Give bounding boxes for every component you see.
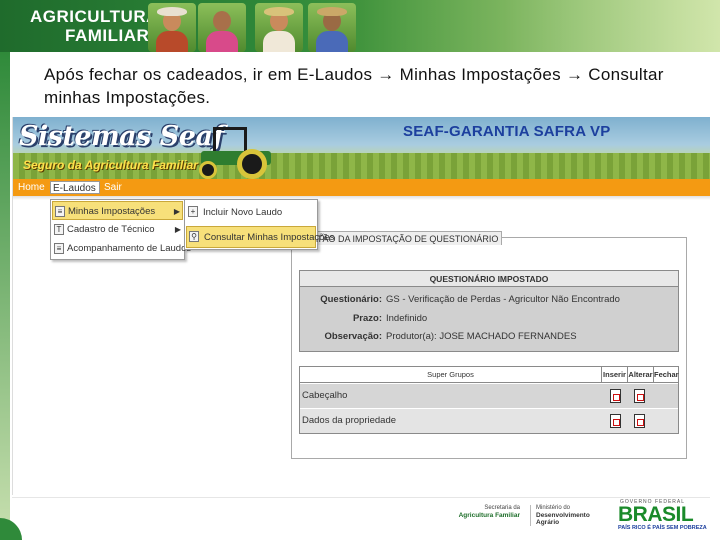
col-header-fechar: Fechar (654, 367, 679, 383)
instruction-caption: Após fechar os cadeados, ir em E-Laudos … (44, 65, 664, 107)
menu-item-label: Consultar Minhas Impostações (204, 232, 335, 243)
banner-swoosh (360, 0, 720, 52)
minhas-impostacoes-submenu: + Incluir Novo Laudo ⚲ Consultar Minhas … (184, 199, 334, 250)
questionario-table: QUESTIONÁRIO IMPOSTADO Questionário: GS … (299, 270, 679, 352)
ministerio-line1: Ministério do (536, 505, 571, 511)
banner-title: AGRICULTURA FAMILIAR (30, 7, 159, 45)
super-grupos-table: Super Grupos Inserir Alterar Fechar Cabe… (299, 366, 679, 434)
new-document-icon: + (188, 206, 198, 217)
brasil-logo-tagline: PAÍS RICO É PAÍS SEM POBREZA (618, 525, 707, 531)
secretaria-logo: Secretaria da Agricultura Familiar (454, 505, 520, 519)
menu-item-label: Incluir Novo Laudo (203, 207, 283, 218)
footer-divider (12, 497, 710, 498)
menu-sair[interactable]: Sair (102, 181, 124, 194)
corner-decoration (0, 518, 22, 540)
banner-photo-farmer-3 (255, 3, 303, 52)
app-title: SEAF-GARANTIA SAFRA VP (403, 123, 611, 140)
menu-item-label: Cadastro de Técnico (67, 224, 155, 235)
banner-title-line1: AGRICULTURA (30, 7, 159, 26)
app-header: Sistemas Seaf Seguro da Agricultura Fami… (13, 117, 710, 179)
row-value: Produtor(a): JOSE MACHADO FERNANDES (386, 331, 577, 342)
top-banner: AGRICULTURA FAMILIAR (0, 0, 720, 52)
submenu-arrow-icon: ▶ (173, 207, 180, 216)
table-row: Cabeçalho (300, 384, 678, 408)
questionario-header: QUESTIONÁRIO IMPOSTADO (300, 271, 678, 287)
col-header-super-grupos: Super Grupos (300, 367, 602, 383)
row-label: Observação: (324, 331, 382, 342)
row-value: GS - Verificação de Perdas - Agricultor … (386, 294, 620, 305)
menu-home[interactable]: Home (16, 181, 47, 194)
row-label: Cabeçalho (302, 390, 348, 401)
seaf-screenshot: Sistemas Seaf Seguro da Agricultura Fami… (12, 117, 710, 495)
search-icon: ⚲ (189, 231, 199, 242)
submenu-arrow-icon: ▶ (174, 225, 181, 234)
seaf-logo: Sistemas Seaf Seguro da Agricultura Fami… (19, 121, 224, 175)
col-header-alterar: Alterar (628, 367, 654, 383)
ministerio-line2: Desenvolvimento Agrário (536, 512, 590, 526)
e-laudos-dropdown: ≡ Minhas Impostações ▶ T Cadastro de Téc… (50, 199, 191, 260)
row-label: Prazo: (352, 313, 382, 324)
document-icon: ≡ (55, 206, 65, 217)
row-value: Indefinido (386, 313, 428, 324)
prazo-row: Prazo: Indefinido (300, 310, 678, 328)
tractor-image (193, 123, 277, 179)
table-row: Dados da propriedade (300, 409, 678, 433)
ministerio-logo: Ministério do Desenvolvimento Agrário (530, 505, 604, 526)
banner-photo-farmer-2 (198, 3, 246, 52)
lock-icon[interactable] (610, 414, 621, 428)
slide: AGRICULTURA FAMILIAR Após fechar os cade… (0, 0, 720, 540)
banner-photo-farmer-1 (148, 3, 196, 52)
menu-item-label: Acompanhamento de Laudos (67, 243, 192, 254)
menu-e-laudos[interactable]: E-Laudos (50, 181, 100, 194)
observacao-row: Observação: Produtor(a): JOSE MACHADO FE… (300, 328, 678, 346)
menu-item-minhas-impostacoes[interactable]: ≡ Minhas Impostações ▶ (52, 201, 183, 220)
secretaria-line2: Agricultura Familiar (458, 512, 520, 519)
lock-icon[interactable] (610, 389, 621, 403)
menubar: Home E-Laudos Sair (13, 179, 710, 196)
secretaria-line1: Secretaria da (484, 505, 520, 511)
governo-federal-logo: GOVERNO FEDERAL BRASIL PAÍS RICO É PAÍS … (616, 499, 712, 531)
form-icon: T (54, 224, 64, 235)
menu-item-acompanhamento-de-laudos[interactable]: ≡ Acompanhamento de Laudos (52, 239, 191, 258)
menu-item-consultar-minhas-impostacoes[interactable]: ⚲ Consultar Minhas Impostações (186, 226, 334, 248)
menu-item-cadastro-de-tecnico[interactable]: T Cadastro de Técnico ▶ (52, 220, 183, 239)
lock-icon[interactable] (634, 389, 645, 403)
menu-item-incluir-novo-laudo[interactable]: + Incluir Novo Laudo (186, 202, 316, 224)
menu-item-label: Minhas Impostações (68, 206, 156, 217)
questionario-row: Questionário: GS - Verificação de Perdas… (300, 291, 678, 309)
brasil-logo-word: BRASIL (618, 503, 694, 526)
banner-photo-farmer-4 (308, 3, 356, 52)
left-decorative-strip (0, 52, 10, 540)
row-label: Dados da propriedade (302, 415, 397, 426)
banner-title-line2: FAMILIAR (65, 26, 150, 45)
list-icon: ≡ (54, 243, 64, 254)
col-header-inserir: Inserir (602, 367, 628, 383)
seaf-logo-subtitle: Seguro da Agricultura Familiar (23, 158, 198, 172)
row-label: Questionário: (320, 294, 382, 305)
lock-icon[interactable] (634, 414, 645, 428)
